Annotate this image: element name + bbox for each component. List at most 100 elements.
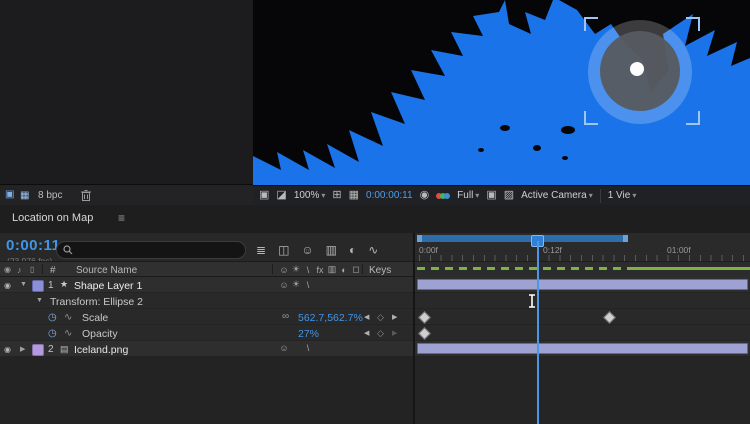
track-row-opacity[interactable]: [415, 325, 750, 341]
lock-column-icon[interactable]: ▯: [30, 265, 34, 274]
panel-menu-icon[interactable]: ≡: [118, 211, 125, 225]
landmass-left: [253, 0, 505, 170]
transform-group-label[interactable]: Transform: Ellipse 2: [50, 296, 143, 308]
track-row-shape-layer[interactable]: [415, 277, 750, 293]
project-icon[interactable]: ▣: [5, 190, 14, 200]
snapshot-icon[interactable]: ◉: [420, 190, 430, 201]
graph-editor-icon[interactable]: ∿: [368, 244, 378, 256]
source-name-header[interactable]: Source Name: [76, 265, 137, 276]
scale-property-row[interactable]: ◷ ∿ Scale ∞ 562.7,562.7% ◀ ◇ ▶: [0, 309, 413, 325]
layer-name[interactable]: Iceland.png: [74, 344, 128, 356]
search-box[interactable]: [56, 241, 246, 259]
label-color-chip[interactable]: [32, 280, 44, 292]
header-fx-label[interactable]: fx: [314, 265, 326, 275]
shy-switch-icon[interactable]: ☺: [278, 280, 290, 290]
work-area-start-handle[interactable]: [417, 235, 422, 242]
always-preview-icon[interactable]: ▣: [259, 190, 269, 201]
prev-keyframe-icon[interactable]: ◀: [364, 329, 369, 337]
magnification-dropdown[interactable]: 100%▾: [294, 190, 326, 201]
layer-duration-bar[interactable]: [417, 279, 748, 290]
region-of-interest-icon[interactable]: ⊞: [332, 190, 341, 201]
track-row-iceland[interactable]: [415, 341, 750, 357]
keyframe-diamond[interactable]: [603, 311, 616, 324]
eye-icon[interactable]: ◉: [4, 345, 11, 354]
graph-toggle-icon[interactable]: ∿: [64, 328, 72, 339]
header-motion-blur-icon[interactable]: ◐: [338, 265, 350, 275]
audio-column-icon[interactable]: ♪: [17, 265, 22, 275]
eye-icon[interactable]: ◉: [4, 281, 11, 290]
label-color-chip[interactable]: [32, 344, 44, 356]
trash-icon[interactable]: [80, 189, 92, 202]
current-time-display[interactable]: 0:00:11: [6, 237, 60, 254]
layer-duration-bar[interactable]: [417, 343, 748, 354]
transform-group-row[interactable]: ▼ Transform: Ellipse 2: [0, 293, 413, 309]
twirl-open-icon[interactable]: ▼: [20, 281, 27, 288]
header-collapse-icon[interactable]: ☀: [290, 264, 302, 275]
timeline-tab-bar: Location on Map ≡: [0, 205, 750, 234]
search-input[interactable]: [78, 244, 232, 257]
graph-toggle-icon[interactable]: ∿: [64, 312, 72, 323]
header-3d-icon[interactable]: ◻: [350, 264, 362, 275]
mini-flowchart-icon[interactable]: ≣: [256, 244, 266, 256]
transparency-grid-icon[interactable]: ▨: [504, 190, 514, 201]
resolution-dropdown[interactable]: Full▾: [457, 190, 479, 201]
location-dot: [630, 62, 644, 76]
frame-blending-icon[interactable]: ▥: [326, 244, 337, 256]
add-keyframe-icon[interactable]: ◇: [377, 312, 384, 323]
layer-name[interactable]: Shape Layer 1: [74, 280, 142, 292]
ruler-ticks: [415, 255, 750, 261]
video-column-icon[interactable]: ◉: [4, 265, 11, 274]
view-layout-dropdown[interactable]: 1 Vie▾: [608, 190, 637, 201]
viewer-timecode[interactable]: 0:00:00:11: [366, 190, 413, 201]
twirl-open-icon[interactable]: ▼: [36, 297, 43, 304]
header-frame-blend-icon[interactable]: ▥: [326, 264, 338, 275]
quality-switch-icon[interactable]: \: [302, 280, 314, 290]
ruler-label: 0:00f: [419, 245, 438, 255]
tab-location-on-map[interactable]: Location on Map: [12, 212, 93, 224]
layer-row-iceland[interactable]: ◉ ▶ 2 ▤ Iceland.png ☺ \: [0, 341, 413, 357]
next-keyframe-icon[interactable]: ▶: [392, 313, 397, 321]
scale-label[interactable]: Scale: [82, 312, 108, 324]
layer-number-header[interactable]: #: [50, 265, 56, 276]
draft-3d-icon[interactable]: ◫: [278, 244, 289, 256]
column-header-row: ◉ ♪ ▯ # Source Name ☺ ☀ \ fx ▥ ◐ ◻ Keys: [0, 261, 413, 277]
stopwatch-icon[interactable]: ◷: [48, 328, 57, 339]
header-quality-icon[interactable]: \: [302, 265, 314, 275]
bit-depth-button[interactable]: 8 bpc: [38, 190, 62, 201]
grid-guides-icon[interactable]: ▦: [349, 190, 359, 201]
composition-viewport[interactable]: [253, 0, 750, 185]
stopwatch-icon[interactable]: ◷: [48, 312, 57, 323]
time-ruler[interactable]: 0:00f 0:12f 01:00f: [415, 233, 750, 262]
cache-indicator-dashed: [417, 267, 628, 270]
work-area-bar[interactable]: [417, 235, 628, 242]
constrain-proportions-icon[interactable]: ∞: [282, 311, 289, 322]
roi-secondary-icon[interactable]: ▣: [486, 190, 496, 201]
header-shy-icon[interactable]: ☺: [278, 265, 290, 275]
shy-toggle-icon[interactable]: ☺: [301, 244, 313, 256]
main-viewer-icon[interactable]: ◪: [276, 190, 286, 201]
keyframe-diamond[interactable]: [418, 327, 431, 340]
motion-blur-icon[interactable]: ◐: [349, 244, 356, 256]
keyframe-diamond[interactable]: [418, 311, 431, 324]
add-keyframe-icon[interactable]: ◇: [377, 328, 384, 339]
current-time-indicator-line[interactable]: [537, 241, 539, 424]
quality-switch-icon[interactable]: \: [302, 343, 314, 353]
scale-value[interactable]: 562.7,562.7%: [298, 312, 363, 324]
opacity-property-row[interactable]: ◷ ∿ Opacity 27% ◀ ◇ ▶: [0, 325, 413, 341]
track-row-scale[interactable]: [415, 309, 750, 325]
collapse-switch-icon[interactable]: ☀: [290, 279, 302, 290]
keys-header: Keys: [369, 265, 391, 276]
work-area-end-handle[interactable]: [623, 235, 628, 242]
opacity-value[interactable]: 27%: [298, 328, 319, 340]
interpret-footage-icon[interactable]: ▦: [20, 190, 29, 201]
twirl-closed-icon[interactable]: ▶: [20, 345, 25, 353]
active-camera-dropdown[interactable]: Active Camera▾: [521, 190, 593, 201]
switches-header: ☺ ☀ \ fx ▥ ◐ ◻: [278, 264, 362, 275]
prev-keyframe-icon[interactable]: ◀: [364, 313, 369, 321]
opacity-label[interactable]: Opacity: [82, 328, 118, 340]
channels-icon[interactable]: [436, 193, 450, 199]
next-keyframe-icon[interactable]: ▶: [392, 329, 397, 337]
layer-row-shape-layer-1[interactable]: ◉ ▼ 1 ★ Shape Layer 1 ☺ ☀ \: [0, 277, 413, 293]
shy-switch-icon[interactable]: ☺: [278, 343, 290, 353]
track-row-transform[interactable]: [415, 293, 750, 309]
